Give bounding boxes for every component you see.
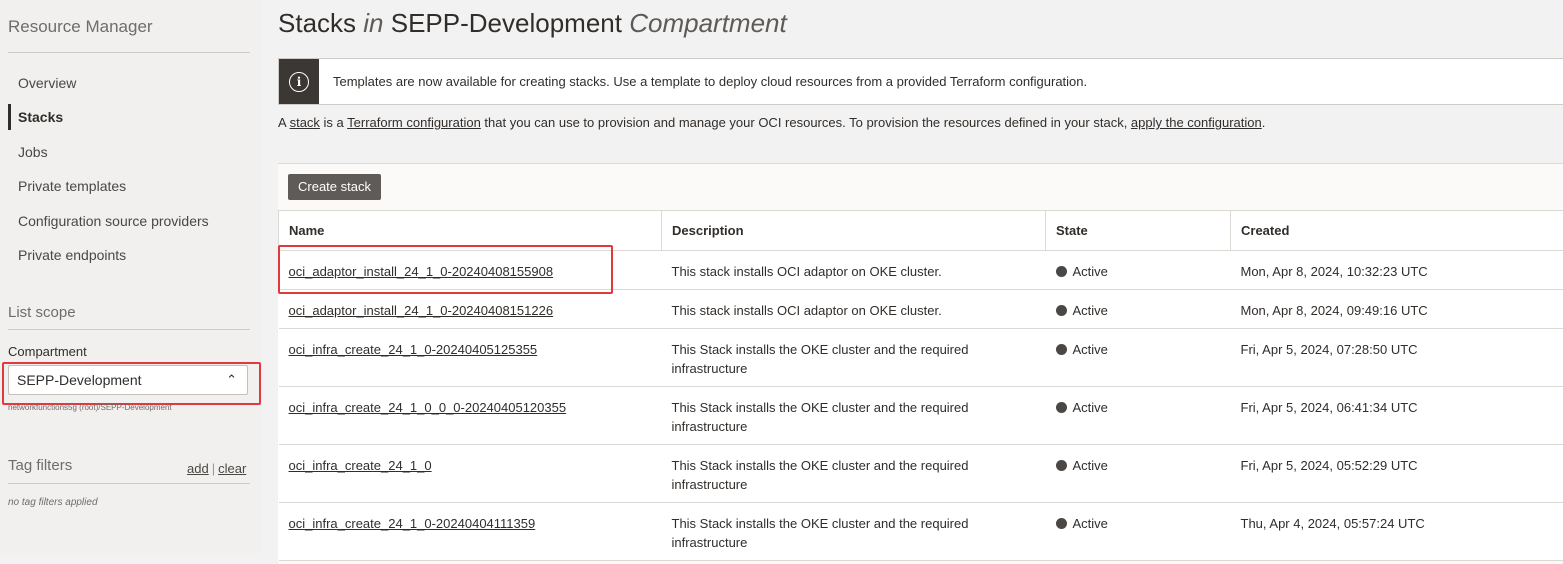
title-prefix: Stacks xyxy=(278,8,356,38)
state-text: Active xyxy=(1073,458,1108,473)
status-dot-icon xyxy=(1056,305,1067,316)
state-text: Active xyxy=(1073,264,1108,279)
cell-state: Active xyxy=(1046,445,1231,503)
table-row: oci_infra_create_24_1_0-20240405125355 T… xyxy=(279,329,1563,387)
cell-name: oci_adaptor_install_24_1_0-2024040815122… xyxy=(279,290,662,329)
info-icon: i xyxy=(289,72,309,92)
table-row: oci_adaptor_install_24_1_0-2024040815590… xyxy=(279,251,1563,290)
create-stack-button[interactable]: Create stack xyxy=(288,174,381,200)
cell-created: Fri, Apr 5, 2024, 07:28:50 UTC xyxy=(1231,329,1563,387)
status-dot-icon xyxy=(1056,344,1067,355)
tag-clear-link[interactable]: clear xyxy=(218,461,246,476)
cell-state: Active xyxy=(1046,503,1231,561)
intro-part: A xyxy=(278,115,290,130)
stacks-table-panel: Create stack Name Description State Crea… xyxy=(278,163,1563,564)
cell-state: Active xyxy=(1046,290,1231,329)
cell-state: Active xyxy=(1046,329,1231,387)
table-row: oci_adaptor_install_24_1_0-2024040815122… xyxy=(279,290,1563,329)
sidebar-nav: Overview Stacks Jobs Private templates C… xyxy=(8,66,250,272)
divider xyxy=(8,329,250,330)
cell-description: This Stack installs the OKE cluster and … xyxy=(662,503,1046,561)
info-banner: i Templates are now available for creati… xyxy=(278,58,1563,105)
column-header-state: State xyxy=(1046,211,1231,251)
column-header-description: Description xyxy=(662,211,1046,251)
no-tag-filters-text: no tag filters applied xyxy=(8,497,98,508)
sidebar: Resource Manager Overview Stacks Jobs Pr… xyxy=(0,0,262,553)
cell-description: This Stack installs the OKE cluster and … xyxy=(662,445,1046,503)
compartment-path: networkfunctions5g (root)/SEPP-Developme… xyxy=(8,403,172,412)
cell-description: This Stack installs the OKE cluster and … xyxy=(662,387,1046,445)
cell-name: oci_infra_create_24_1_0-20240404111359 xyxy=(279,503,662,561)
state-text: Active xyxy=(1073,342,1108,357)
cell-name: oci_infra_create_24_1_0 xyxy=(279,445,662,503)
cell-name: oci_infra_create_24_1_0-20240405125355 xyxy=(279,329,662,387)
title-in: in xyxy=(363,8,383,38)
tag-filters-heading: Tag filters xyxy=(8,457,72,474)
state-text: Active xyxy=(1073,303,1108,318)
table-row: oci_infra_create_24_1_0_0_0-202404051203… xyxy=(279,387,1563,445)
sidebar-item-private-endpoints[interactable]: Private endpoints xyxy=(8,238,250,272)
stack-name-link[interactable]: oci_adaptor_install_24_1_0-2024040815122… xyxy=(289,303,554,318)
stack-link[interactable]: stack xyxy=(290,115,320,130)
intro-part: is a xyxy=(320,115,347,130)
tag-add-link[interactable]: add xyxy=(187,461,209,476)
tag-filter-links: add|clear xyxy=(187,461,246,476)
divider xyxy=(8,483,250,484)
list-scope-heading: List scope xyxy=(8,304,76,321)
cell-description: This stack installs OCI adaptor on OKE c… xyxy=(662,290,1046,329)
status-dot-icon xyxy=(1056,518,1067,529)
cell-created: Thu, Apr 4, 2024, 05:57:24 UTC xyxy=(1231,503,1563,561)
stack-name-link[interactable]: oci_infra_create_24_1_0-20240404111359 xyxy=(289,516,536,531)
sidebar-item-private-templates[interactable]: Private templates xyxy=(8,169,250,203)
table-row: oci_infra_create_24_1_0-20240404111359 T… xyxy=(279,503,1563,561)
table-header-row: Name Description State Created xyxy=(279,211,1563,251)
cell-name: oci_adaptor_install_24_1_0-2024040815590… xyxy=(279,251,662,290)
sidebar-item-configuration-source-providers[interactable]: Configuration source providers xyxy=(8,204,250,238)
intro-part: . xyxy=(1262,115,1266,130)
sidebar-title: Resource Manager xyxy=(8,17,153,37)
sidebar-item-stacks[interactable]: Stacks xyxy=(8,100,250,134)
sidebar-item-overview[interactable]: Overview xyxy=(8,66,250,100)
stack-name-link[interactable]: oci_adaptor_install_24_1_0-2024040815590… xyxy=(289,264,554,279)
status-dot-icon xyxy=(1056,266,1067,277)
cell-description: This Stack installs the OKE cluster and … xyxy=(662,329,1046,387)
stack-name-link[interactable]: oci_infra_create_24_1_0_0_0-202404051203… xyxy=(289,400,567,415)
divider xyxy=(8,52,250,53)
compartment-label: Compartment xyxy=(8,344,87,359)
banner-icon-box: i xyxy=(279,59,319,104)
title-compartment: SEPP-Development xyxy=(391,8,622,38)
cell-created: Mon, Apr 8, 2024, 09:49:16 UTC xyxy=(1231,290,1563,329)
terraform-configuration-link[interactable]: Terraform configuration xyxy=(347,115,481,130)
intro-text: A stack is a Terraform configuration tha… xyxy=(278,115,1265,130)
title-suffix: Compartment xyxy=(629,8,787,38)
cell-name: oci_infra_create_24_1_0_0_0-202404051203… xyxy=(279,387,662,445)
cell-created: Fri, Apr 5, 2024, 06:41:34 UTC xyxy=(1231,387,1563,445)
page-title: Stacks in SEPP-Development Compartment xyxy=(278,8,787,39)
updown-chevron-icon: ⌃ xyxy=(226,366,237,394)
column-header-name[interactable]: Name xyxy=(279,211,662,251)
cell-created: Fri, Apr 5, 2024, 05:52:29 UTC xyxy=(1231,445,1563,503)
cell-state: Active xyxy=(1046,387,1231,445)
column-header-created[interactable]: Created xyxy=(1231,211,1563,251)
main-content: Stacks in SEPP-Development Compartment i… xyxy=(262,0,1563,553)
sidebar-item-jobs[interactable]: Jobs xyxy=(8,135,250,169)
tag-link-separator: | xyxy=(212,461,215,476)
compartment-select[interactable]: SEPP-Development ⌃ xyxy=(8,365,248,395)
status-dot-icon xyxy=(1056,460,1067,471)
intro-part: that you can use to provision and manage… xyxy=(481,115,1131,130)
status-dot-icon xyxy=(1056,402,1067,413)
state-text: Active xyxy=(1073,400,1108,415)
cell-description: This stack installs OCI adaptor on OKE c… xyxy=(662,251,1046,290)
cell-state: Active xyxy=(1046,251,1231,290)
state-text: Active xyxy=(1073,516,1108,531)
banner-text: Templates are now available for creating… xyxy=(333,74,1087,89)
stack-name-link[interactable]: oci_infra_create_24_1_0 xyxy=(289,458,432,473)
table-row: oci_infra_create_24_1_0 This Stack insta… xyxy=(279,445,1563,503)
apply-configuration-link[interactable]: apply the configuration xyxy=(1131,115,1262,130)
stack-name-link[interactable]: oci_infra_create_24_1_0-20240405125355 xyxy=(289,342,538,357)
stacks-table: Name Description State Created oci_adapt… xyxy=(278,210,1563,561)
compartment-select-value: SEPP-Development xyxy=(17,372,142,388)
cell-created: Mon, Apr 8, 2024, 10:32:23 UTC xyxy=(1231,251,1563,290)
